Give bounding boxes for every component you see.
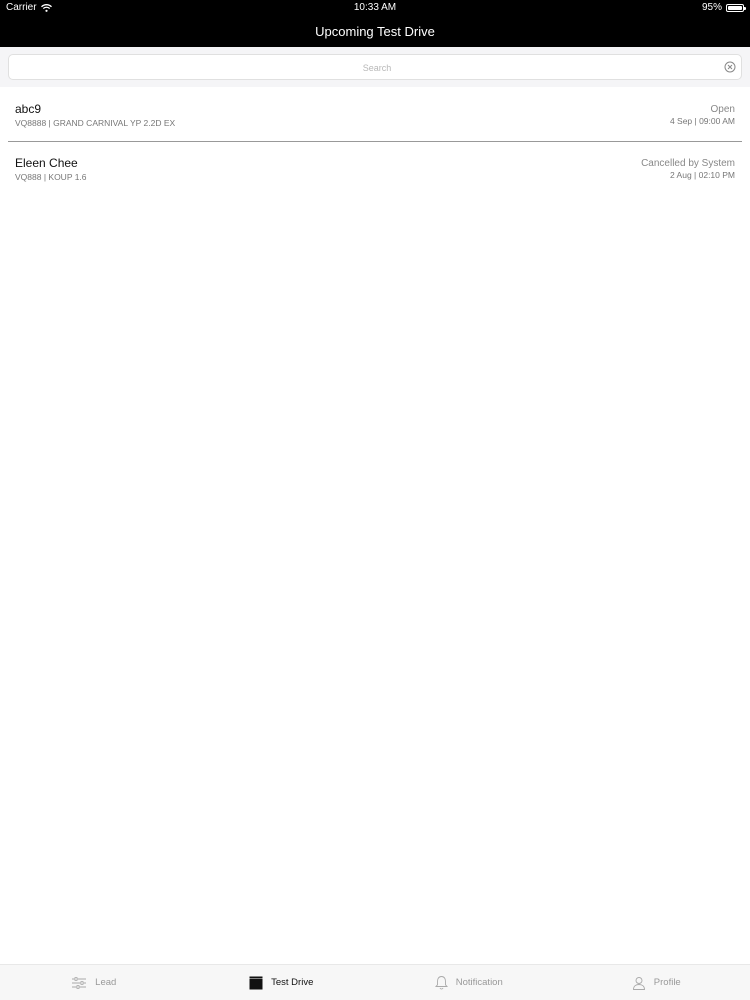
person-icon (632, 976, 645, 990)
customer-name: abc9 (15, 102, 42, 116)
bell-icon (434, 976, 448, 990)
status-label: Open (710, 104, 735, 115)
tab-profile[interactable]: Profile (563, 965, 750, 1000)
status-bar: Carrier 10:33 AM 95% (0, 0, 750, 16)
vehicle-info: VQ888 | KOUP 1.6 (15, 172, 87, 182)
battery-info: 95% (701, 2, 746, 13)
clear-icon[interactable] (724, 61, 736, 73)
search-box (8, 54, 745, 81)
nav-bar: Upcoming Test Drive (0, 16, 750, 47)
search-bar (0, 47, 750, 87)
status-time: 10:33 AM (353, 2, 397, 13)
list-item[interactable]: Eleen Chee VQ888 | KOUP 1.6 Cancelled by… (0, 142, 750, 196)
status-label: Cancelled by System (641, 158, 735, 169)
tab-lead[interactable]: Lead (0, 965, 188, 1000)
tab-label: Notification (455, 977, 503, 988)
vehicle-info: VQ8888 | GRAND CARNIVAL YP 2.2D EX (15, 118, 176, 128)
tab-label: Profile (653, 977, 681, 988)
tab-bar: Lead Test Drive Notification Profile (0, 964, 750, 1000)
battery-icon (726, 3, 746, 12)
appointment-date: 4 Sep | 09:00 AM (669, 116, 735, 126)
tab-label: Test Drive (271, 977, 314, 988)
tab-test-drive[interactable]: Test Drive (188, 965, 376, 1000)
list-item[interactable]: abc9 VQ8888 | GRAND CARNIVAL YP 2.2D EX … (0, 88, 750, 142)
tab-notification[interactable]: Notification (375, 965, 563, 1000)
test-drive-list: abc9 VQ8888 | GRAND CARNIVAL YP 2.2D EX … (0, 88, 750, 196)
customer-name: Eleen Chee (15, 156, 78, 170)
clapperboard-icon (249, 976, 263, 989)
sliders-icon (72, 976, 87, 989)
appointment-date: 2 Aug | 02:10 PM (669, 170, 735, 180)
tab-label: Lead (95, 977, 117, 988)
battery-percent: 95% (701, 2, 722, 13)
search-input[interactable] (9, 55, 745, 81)
page-title: Upcoming Test Drive (315, 24, 435, 39)
